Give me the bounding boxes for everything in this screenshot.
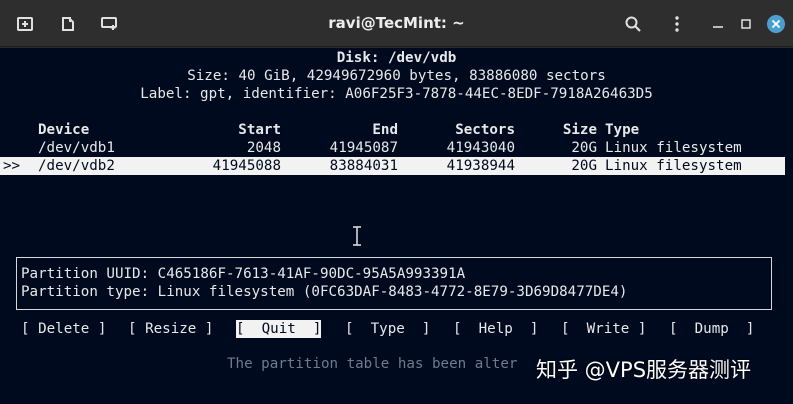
dump-button[interactable]: [ Dump ] bbox=[669, 320, 754, 338]
row-start: 41945088 bbox=[212, 158, 281, 174]
disk-size: Size: 40 GiB, 42949672960 bytes, 8388608… bbox=[187, 68, 606, 84]
partition-uuid: Partition UUID: C465186F-7613-41AF-90DC-… bbox=[21, 266, 466, 282]
kebab-menu-icon bbox=[675, 15, 679, 32]
watermark-text: 知乎 @VPS服务器测评 bbox=[536, 358, 752, 382]
row-sectors: 41943040 bbox=[446, 140, 515, 156]
close-button[interactable] bbox=[761, 10, 791, 37]
column-sectors: Sectors bbox=[455, 122, 515, 138]
row-end: 83884031 bbox=[329, 158, 398, 174]
new-window-icon bbox=[101, 16, 117, 30]
type-button[interactable]: [ Type ] bbox=[345, 320, 430, 338]
row-sectors: 41938944 bbox=[446, 158, 515, 174]
new-tab-icon bbox=[17, 16, 33, 31]
row-type: Linux filesystem bbox=[605, 140, 742, 156]
minimize-icon bbox=[713, 25, 723, 28]
title-bar: ravi@TecMint: ~ bbox=[0, 0, 793, 47]
disk-name: Disk: /dev/vdb bbox=[336, 50, 457, 66]
status-message: The partition table has been alter bbox=[227, 356, 518, 372]
row-size: 20G bbox=[571, 140, 597, 156]
row-type: Linux filesystem bbox=[605, 158, 742, 174]
detach-tab-button[interactable] bbox=[53, 10, 83, 37]
column-size: Size bbox=[562, 122, 597, 138]
resize-button[interactable]: [ Resize ] bbox=[128, 320, 213, 338]
disk-label: Label: gpt, identifier: A06F25F3-7878-44… bbox=[140, 86, 653, 102]
row-device: /dev/vdb2 bbox=[38, 158, 115, 174]
column-end: End bbox=[372, 122, 398, 138]
table-header: Device Start End Sectors Size Type bbox=[0, 121, 793, 139]
search-icon bbox=[625, 16, 641, 32]
text-cursor-icon bbox=[353, 226, 361, 246]
write-button[interactable]: [ Write ] bbox=[561, 320, 646, 338]
row-size: 20G bbox=[571, 158, 597, 174]
maximize-icon bbox=[741, 18, 751, 29]
delete-button[interactable]: [ Delete ] bbox=[21, 320, 106, 338]
quit-button[interactable]: [ Quit ] bbox=[236, 320, 322, 338]
table-row[interactable]: /dev/vdb1 2048 41945087 41943040 20G Lin… bbox=[0, 139, 793, 157]
terminal-area[interactable]: Disk: /dev/vdb Size: 40 GiB, 42949672960… bbox=[0, 48, 793, 404]
row-start: 2048 bbox=[246, 140, 281, 156]
new-tab-button[interactable] bbox=[10, 10, 40, 37]
menu-button[interactable] bbox=[662, 10, 692, 37]
row-marker: >> bbox=[3, 158, 21, 174]
partition-info-box: Partition UUID: C465186F-7613-41AF-90DC-… bbox=[16, 257, 772, 310]
search-button[interactable] bbox=[618, 10, 648, 37]
new-window-button[interactable] bbox=[94, 10, 124, 37]
column-type: Type bbox=[605, 122, 640, 138]
close-icon bbox=[767, 14, 785, 33]
row-end: 41945087 bbox=[329, 140, 398, 156]
column-start: Start bbox=[238, 122, 281, 138]
help-button[interactable]: [ Help ] bbox=[453, 320, 538, 338]
partition-type: Partition type: Linux filesystem (0FC63D… bbox=[21, 284, 628, 300]
detach-tab-icon bbox=[62, 16, 74, 31]
table-row-selected[interactable]: >> /dev/vdb2 41945088 83884031 41938944 … bbox=[0, 157, 785, 175]
minimize-button[interactable] bbox=[703, 10, 733, 37]
action-menu: [ Delete ] [ Resize ] [ Quit ] [ Type ] … bbox=[0, 320, 793, 338]
column-device: Device bbox=[38, 122, 90, 138]
row-device: /dev/vdb1 bbox=[38, 140, 115, 156]
maximize-button[interactable] bbox=[731, 10, 761, 37]
